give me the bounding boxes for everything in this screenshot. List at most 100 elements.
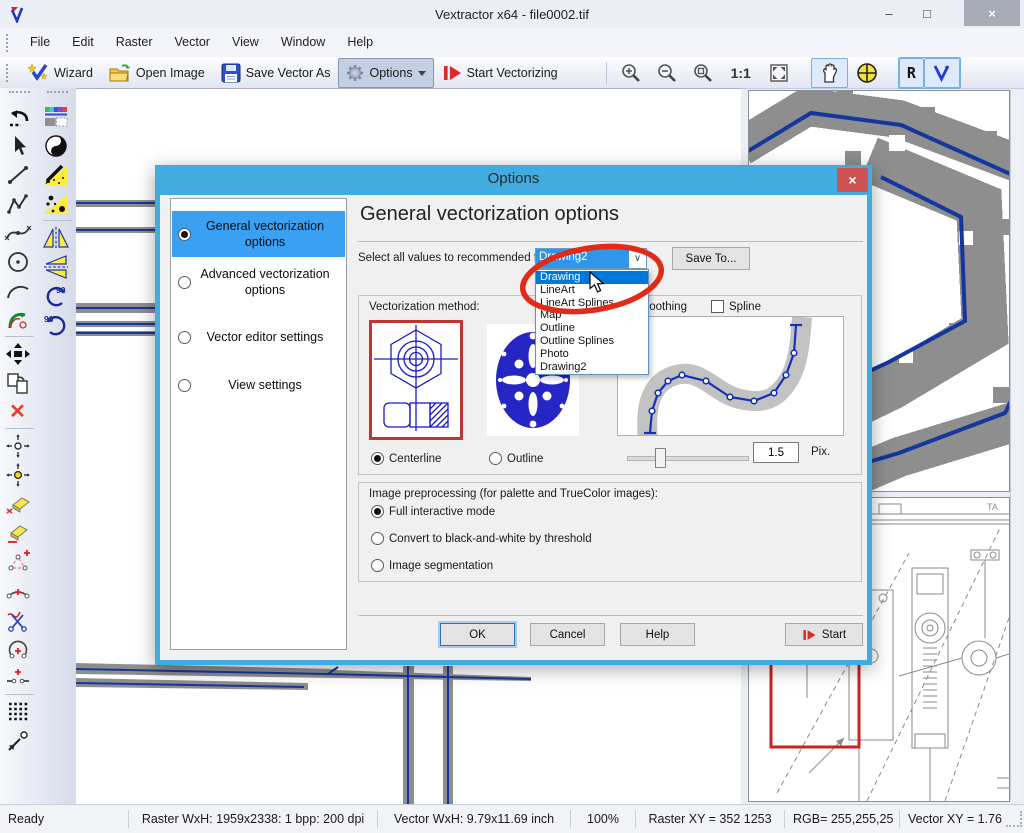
zoom-1-1-button[interactable]: 1:1 xyxy=(721,58,761,88)
show-vector-toggle[interactable] xyxy=(924,58,960,88)
pan-hand-button[interactable] xyxy=(811,58,848,88)
rotate-ccw-button[interactable]: 90 xyxy=(39,310,72,339)
centerline-radio-row[interactable]: Centerline xyxy=(371,452,441,465)
dropdown-item-drawing[interactable]: Drawing xyxy=(536,271,648,284)
maximize-button[interactable]: □ xyxy=(908,0,946,26)
select-tool-button[interactable] xyxy=(1,131,34,160)
nav-radio-general xyxy=(178,228,191,241)
outline-radio-row[interactable]: Outline xyxy=(489,452,543,465)
circle-tool-button[interactable] xyxy=(1,247,34,276)
full-interactive-radio xyxy=(371,505,384,518)
raster-grid-button[interactable] xyxy=(1,697,34,726)
despeckle-button[interactable] xyxy=(39,189,72,218)
nav-item-general-vectorization[interactable]: General vectorization options xyxy=(172,211,345,257)
help-button[interactable]: Help xyxy=(620,623,695,646)
pick-node-button[interactable] xyxy=(1,726,34,755)
start-button[interactable]: Start xyxy=(785,623,863,646)
open-folder-icon xyxy=(109,63,131,83)
vertical-scrollbar[interactable] xyxy=(1010,90,1022,800)
zoom-region-button[interactable] xyxy=(685,58,721,88)
target-icon xyxy=(856,62,878,84)
zoom-out-button[interactable] xyxy=(649,58,685,88)
pan-view-button[interactable] xyxy=(1,339,34,368)
fit-to-window-button[interactable] xyxy=(761,58,797,88)
menu-file[interactable]: File xyxy=(19,28,61,57)
move-node-center-button[interactable] xyxy=(1,460,34,489)
ok-button[interactable]: OK xyxy=(440,623,515,646)
trace-tool-button[interactable] xyxy=(1,305,34,334)
nav-item-view-settings[interactable]: View settings xyxy=(172,369,345,401)
spline-checkbox-row[interactable]: Spline xyxy=(711,300,761,313)
polyline-tool-button[interactable] xyxy=(1,189,34,218)
open-image-button[interactable]: Open Image xyxy=(101,58,213,88)
menu-help[interactable]: Help xyxy=(336,28,384,57)
center-target-button[interactable] xyxy=(848,58,886,88)
app-window: Vextractor x64 - file0002.tif – □ × File… xyxy=(0,0,1024,833)
clean-raster-button[interactable] xyxy=(39,160,72,189)
add-polyline-node-button[interactable] xyxy=(1,547,34,576)
menu-edit[interactable]: Edit xyxy=(61,28,105,57)
eraser-button[interactable] xyxy=(1,518,34,547)
palette-button[interactable] xyxy=(39,102,72,131)
convert-bw-radio-row[interactable]: Convert to black-and-white by threshold xyxy=(371,532,592,545)
recommended-for-combobox[interactable]: Drawing2 ∨ xyxy=(535,248,647,269)
dropdown-item-outline-splines[interactable]: Outline Splines xyxy=(536,335,648,348)
cut-curve-button[interactable] xyxy=(1,605,34,634)
copy-object-button[interactable] xyxy=(1,368,34,397)
close-button[interactable]: × xyxy=(964,0,1020,26)
invert-image-button[interactable] xyxy=(39,131,72,160)
smoothing-value-input[interactable] xyxy=(753,442,799,463)
dropdown-item-outline[interactable]: Outline xyxy=(536,322,648,335)
resize-grip[interactable] xyxy=(1006,811,1022,827)
dialog-body: General vectorization options Advanced v… xyxy=(160,195,867,660)
delete-button[interactable]: ✕ xyxy=(1,397,34,426)
svg-text:TA: TA xyxy=(987,502,998,512)
line-tool-button[interactable] xyxy=(1,160,34,189)
dropdown-item-lineart[interactable]: LineArt xyxy=(536,284,648,297)
undo-button[interactable] xyxy=(1,102,34,131)
arc-tool-button[interactable] xyxy=(1,276,34,305)
image-segmentation-radio-row[interactable]: Image segmentation xyxy=(371,559,493,572)
dropdown-item-map[interactable]: Map xyxy=(536,309,648,322)
menu-vector[interactable]: Vector xyxy=(164,28,221,57)
wizard-button[interactable]: Wizard xyxy=(19,58,101,88)
start-vectorizing-button[interactable]: Start Vectorizing xyxy=(434,58,566,88)
zoom-region-icon xyxy=(693,63,713,83)
centerline-method-thumbnail[interactable] xyxy=(369,320,463,440)
menu-window[interactable]: Window xyxy=(270,28,336,57)
full-interactive-radio-row[interactable]: Full interactive mode xyxy=(371,505,495,518)
title-bar: Vextractor x64 - file0002.tif – □ × xyxy=(0,0,1024,28)
dropdown-item-drawing2[interactable]: Drawing2 xyxy=(536,361,648,374)
status-zoom-level: 100% xyxy=(571,810,636,828)
smoothing-slider[interactable] xyxy=(627,448,747,466)
dropdown-item-lineart-splines[interactable]: LineArt Splines xyxy=(536,297,648,310)
options-button[interactable]: Options xyxy=(338,58,433,88)
tool-rails: ✕ xyxy=(0,88,77,805)
flip-horizontal-button[interactable] xyxy=(39,223,72,252)
spline-label: Spline xyxy=(729,301,761,313)
close-contour-button[interactable] xyxy=(1,634,34,663)
raster-toggle-label: R xyxy=(907,64,916,82)
erase-node-button[interactable] xyxy=(1,489,34,518)
add-arc-node-button[interactable] xyxy=(1,576,34,605)
break-line-button[interactable] xyxy=(1,663,34,692)
nav-item-vector-editor[interactable]: Vector editor settings xyxy=(172,321,345,353)
nav-item-advanced-vectorization[interactable]: Advanced vectorization options xyxy=(172,259,345,305)
toolbar-grip xyxy=(6,64,11,82)
menu-raster[interactable]: Raster xyxy=(105,28,164,57)
menu-view[interactable]: View xyxy=(221,28,270,57)
smoothing-preview-curve xyxy=(618,317,843,435)
save-to-button[interactable]: Save To... xyxy=(672,247,750,270)
dialog-close-button[interactable]: × xyxy=(837,168,868,192)
slider-thumb[interactable] xyxy=(655,448,666,468)
dropdown-item-photo[interactable]: Photo xyxy=(536,348,648,361)
cancel-button[interactable]: Cancel xyxy=(530,623,605,646)
move-node-button[interactable] xyxy=(1,431,34,460)
rotate-cw-button[interactable]: 90 xyxy=(39,281,72,310)
flip-vertical-button[interactable] xyxy=(39,252,72,281)
show-raster-toggle[interactable]: R xyxy=(899,58,924,88)
minimize-button[interactable]: – xyxy=(870,0,908,26)
save-vector-as-button[interactable]: Save Vector As xyxy=(213,58,339,88)
spline-tool-button[interactable] xyxy=(1,218,34,247)
zoom-in-button[interactable] xyxy=(613,58,649,88)
